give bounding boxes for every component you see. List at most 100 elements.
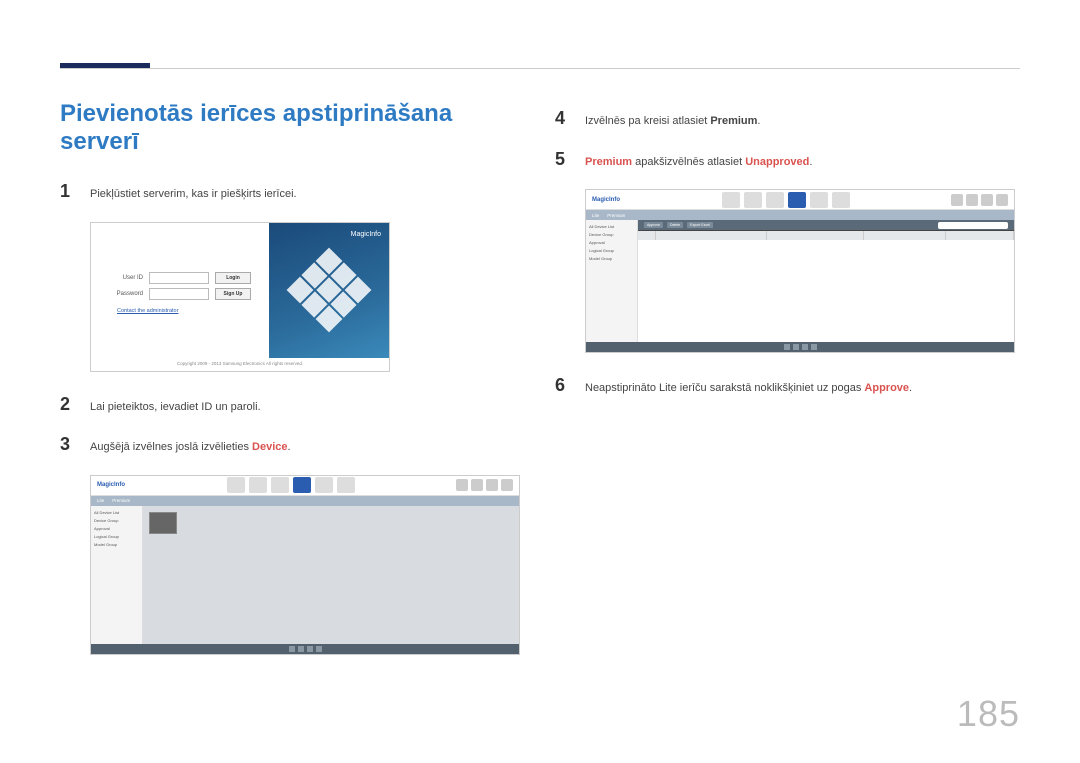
util-icon[interactable] [501, 479, 513, 491]
nav-icon-device[interactable] [293, 477, 311, 493]
page-title: Pievienotās ierīces apstiprināšana serve… [60, 100, 525, 156]
login-screenshot: User ID Login Password Sign Up Contact t… [90, 222, 390, 372]
step-text: Izvēlnēs pa kreisi atlasiet Premium. [585, 108, 760, 131]
app-main-area: All Device List Device Group Approval Lo… [586, 220, 1014, 342]
app-sidebar: All Device List Device Group Approval Lo… [91, 506, 143, 644]
password-field[interactable] [149, 288, 209, 300]
app-main-nav-icons [722, 192, 850, 208]
approve-keyword: Approve [864, 382, 909, 394]
util-icon[interactable] [456, 479, 468, 491]
pager-icon[interactable] [784, 344, 790, 350]
pager-icon[interactable] [811, 344, 817, 350]
step5-mid: apakšizvēlnēs atlasiet [632, 156, 745, 168]
app-bottom-bar [91, 644, 519, 654]
step-3: 3 Augšējā izvēlnes joslā izvēlieties Dev… [60, 434, 525, 457]
util-icon[interactable] [996, 194, 1008, 206]
premium-keyword: Premium [710, 115, 757, 127]
diamond-graphic-icon [287, 248, 372, 333]
sidebar-item[interactable]: Approval [94, 526, 139, 531]
contact-admin-link[interactable]: Contact the administrator [117, 308, 178, 314]
step-number: 6 [555, 375, 571, 396]
app-main-nav-icons [227, 477, 355, 493]
sidebar-item[interactable]: Device Group [94, 518, 139, 523]
app-brand-logo: MagicInfo [97, 482, 125, 488]
nav-icon[interactable] [832, 192, 850, 208]
sidebar-item[interactable]: Logical Group [589, 248, 634, 253]
pager-icon[interactable] [307, 646, 313, 652]
step-6: 6 Neapstiprināto Lite ierīču sarakstā no… [555, 375, 1020, 398]
subtab-premium[interactable]: Premium [607, 213, 625, 218]
nav-icon[interactable] [227, 477, 245, 493]
nav-icon[interactable] [744, 192, 762, 208]
step3-post: . [288, 441, 291, 453]
approve-button[interactable]: Approve [644, 222, 663, 228]
nav-icon[interactable] [249, 477, 267, 493]
delete-button[interactable]: Delete [667, 222, 683, 228]
pager-icon[interactable] [289, 646, 295, 652]
step-text: Piekļūstiet serverim, kas ir piešķirts i… [90, 181, 297, 204]
password-label: Password [109, 291, 143, 297]
step-4: 4 Izvēlnēs pa kreisi atlasiet Premium. [555, 108, 1020, 131]
search-input[interactable] [938, 222, 1008, 229]
nav-icon-device[interactable] [788, 192, 806, 208]
app-content-panel: Approve Delete Export Excel [638, 220, 1014, 342]
app-subtabs: Lite Premium [586, 210, 1014, 220]
nav-icon[interactable] [271, 477, 289, 493]
app-canvas [143, 506, 519, 644]
col-header [767, 231, 864, 240]
col-header [656, 231, 767, 240]
signup-button[interactable]: Sign Up [215, 288, 251, 300]
login-form-area: User ID Login Password Sign Up Contact t… [91, 223, 269, 358]
step-5: 5 Premium apakšizvēlnēs atlasiet Unappro… [555, 149, 1020, 172]
util-icon[interactable] [981, 194, 993, 206]
app-bottom-bar [586, 342, 1014, 352]
nav-icon[interactable] [337, 477, 355, 493]
util-icon[interactable] [966, 194, 978, 206]
premium-keyword: Premium [585, 156, 632, 168]
nav-icon[interactable] [810, 192, 828, 208]
subtab-lite[interactable]: Lite [592, 213, 599, 218]
sidebar-item[interactable]: Device Group [589, 232, 634, 237]
login-hero-panel: MagicInfo [269, 223, 389, 358]
table-body [638, 240, 1014, 342]
step6-post: . [909, 382, 912, 394]
app-topbar: MagicInfo [586, 190, 1014, 210]
step-text: Premium apakšizvēlnēs atlasiet Unapprove… [585, 149, 812, 172]
app-brand-logo: MagicInfo [592, 197, 620, 203]
sidebar-item[interactable]: Model Group [589, 256, 634, 261]
sidebar-item[interactable]: Model Group [94, 542, 139, 547]
pager-icon[interactable] [316, 646, 322, 652]
device-thumbnail[interactable] [149, 512, 177, 534]
subtab-lite[interactable]: Lite [97, 498, 104, 503]
nav-icon[interactable] [766, 192, 784, 208]
util-icon[interactable] [471, 479, 483, 491]
subtab-premium[interactable]: Premium [112, 498, 130, 503]
pager-icon[interactable] [298, 646, 304, 652]
nav-icon[interactable] [722, 192, 740, 208]
sidebar-item[interactable]: Logical Group [94, 534, 139, 539]
login-body: User ID Login Password Sign Up Contact t… [91, 223, 389, 358]
pager-icon[interactable] [802, 344, 808, 350]
step-number: 3 [60, 434, 76, 455]
table-header [638, 231, 1014, 240]
header-divider [60, 68, 1020, 69]
pager-icon[interactable] [793, 344, 799, 350]
sidebar-item[interactable]: Approval [589, 240, 634, 245]
sidebar-item[interactable]: All Device List [589, 224, 634, 229]
sidebar-item[interactable]: All Device List [94, 510, 139, 515]
app-util-icons [456, 479, 513, 491]
login-userid-row: User ID Login [109, 272, 251, 284]
util-icon[interactable] [951, 194, 963, 206]
step-number: 2 [60, 394, 76, 415]
unapproved-app-screenshot: MagicInfo Lite Premium [585, 189, 1015, 353]
login-button[interactable]: Login [215, 272, 251, 284]
step3-pre: Augšējā izvēlnes joslā izvēlieties [90, 441, 252, 453]
nav-icon[interactable] [315, 477, 333, 493]
col-header [864, 231, 946, 240]
step4-post: . [757, 115, 760, 127]
userid-field[interactable] [149, 272, 209, 284]
magicinfo-logo: MagicInfo [351, 231, 381, 238]
export-excel-button[interactable]: Export Excel [687, 222, 713, 228]
unapproved-keyword: Unapproved [745, 156, 809, 168]
util-icon[interactable] [486, 479, 498, 491]
